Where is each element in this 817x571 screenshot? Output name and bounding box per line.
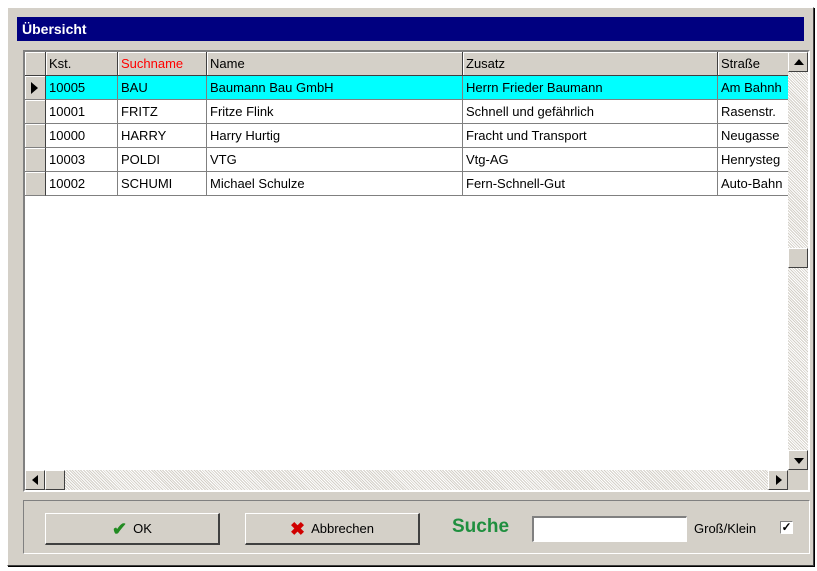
cell-name[interactable]: Harry Hurtig <box>207 124 463 148</box>
cell-suchname[interactable]: FRITZ <box>118 100 207 124</box>
horizontal-scroll-thumb[interactable] <box>45 470 65 490</box>
button-panel: ✔ OK ✖ Abbrechen Suche Groß/Klein ✓ <box>23 500 810 554</box>
vertical-scroll-thumb[interactable] <box>788 248 808 268</box>
cell-name[interactable]: VTG <box>207 148 463 172</box>
cell-kst[interactable]: 10005 <box>46 76 118 100</box>
cell-name[interactable]: Baumann Bau GmbH <box>207 76 463 100</box>
cell-suchname[interactable]: POLDI <box>118 148 207 172</box>
triangle-right-icon <box>31 82 38 94</box>
vertical-scrollbar[interactable] <box>788 52 808 470</box>
cancel-button[interactable]: ✖ Abbrechen <box>245 513 420 545</box>
ok-button-label: OK <box>133 521 152 536</box>
row-indicator[interactable] <box>25 124 46 148</box>
column-header-suchname[interactable]: Suchname <box>118 52 207 76</box>
cell-zusatz[interactable]: Fracht und Transport <box>463 124 718 148</box>
row-indicator[interactable] <box>25 148 46 172</box>
column-header-name[interactable]: Name <box>207 52 463 76</box>
cell-kst[interactable]: 10003 <box>46 148 118 172</box>
cell-suchname[interactable]: HARRY <box>118 124 207 148</box>
cell-kst[interactable]: 10000 <box>46 124 118 148</box>
cancel-button-label: Abbrechen <box>311 521 374 536</box>
cell-name[interactable]: Fritze Flink <box>207 100 463 124</box>
case-sensitive-label: Groß/Klein <box>694 521 757 536</box>
scroll-down-button[interactable] <box>788 450 808 470</box>
scroll-right-button[interactable] <box>768 470 788 490</box>
scroll-left-button[interactable] <box>25 470 45 490</box>
cell-strasse[interactable]: Neugasse <box>718 124 788 148</box>
cell-zusatz[interactable]: Vtg-AG <box>463 148 718 172</box>
column-header-zusatz[interactable]: Zusatz <box>463 52 718 76</box>
cell-strasse[interactable]: Henrysteg <box>718 148 788 172</box>
arrow-left-icon <box>32 475 38 485</box>
ok-button[interactable]: ✔ OK <box>45 513 220 545</box>
case-sensitive-checkbox[interactable]: ✓ <box>780 521 793 534</box>
cell-suchname[interactable]: BAU <box>118 76 207 100</box>
row-indicator[interactable] <box>25 76 46 100</box>
scroll-up-button[interactable] <box>788 52 808 72</box>
checkmark-icon: ✔ <box>112 518 128 539</box>
row-indicator[interactable] <box>25 100 46 124</box>
window-title: Übersicht <box>17 17 804 41</box>
cell-suchname[interactable]: SCHUMI <box>118 172 207 196</box>
cell-strasse[interactable]: Auto-Bahn <box>718 172 788 196</box>
arrow-up-icon <box>794 59 804 65</box>
arrow-down-icon <box>794 458 804 464</box>
column-header-strasse[interactable]: Straße <box>718 52 788 76</box>
cell-kst[interactable]: 10001 <box>46 100 118 124</box>
cell-name[interactable]: Michael Schulze <box>207 172 463 196</box>
data-grid[interactable]: Kst. Suchname Name Zusatz Straße 10005 BA… <box>23 50 810 492</box>
arrow-right-icon <box>776 475 782 485</box>
search-label: Suche <box>452 516 510 537</box>
x-icon: ✖ <box>290 518 306 539</box>
search-input[interactable] <box>532 516 687 542</box>
cell-strasse[interactable]: Rasenstr. <box>718 100 788 124</box>
cell-strasse[interactable]: Am Bahnh <box>718 76 788 100</box>
cell-zusatz[interactable]: Schnell und gefährlich <box>463 100 718 124</box>
horizontal-scrollbar[interactable] <box>25 470 788 490</box>
row-indicator[interactable] <box>25 172 46 196</box>
cell-zusatz[interactable]: Fern-Schnell-Gut <box>463 172 718 196</box>
cell-zusatz[interactable]: Herrn Frieder Baumann <box>463 76 718 100</box>
column-header-kst[interactable]: Kst. <box>46 52 118 76</box>
cell-kst[interactable]: 10002 <box>46 172 118 196</box>
scrollbar-corner <box>788 470 808 490</box>
header-indicator <box>25 52 46 76</box>
